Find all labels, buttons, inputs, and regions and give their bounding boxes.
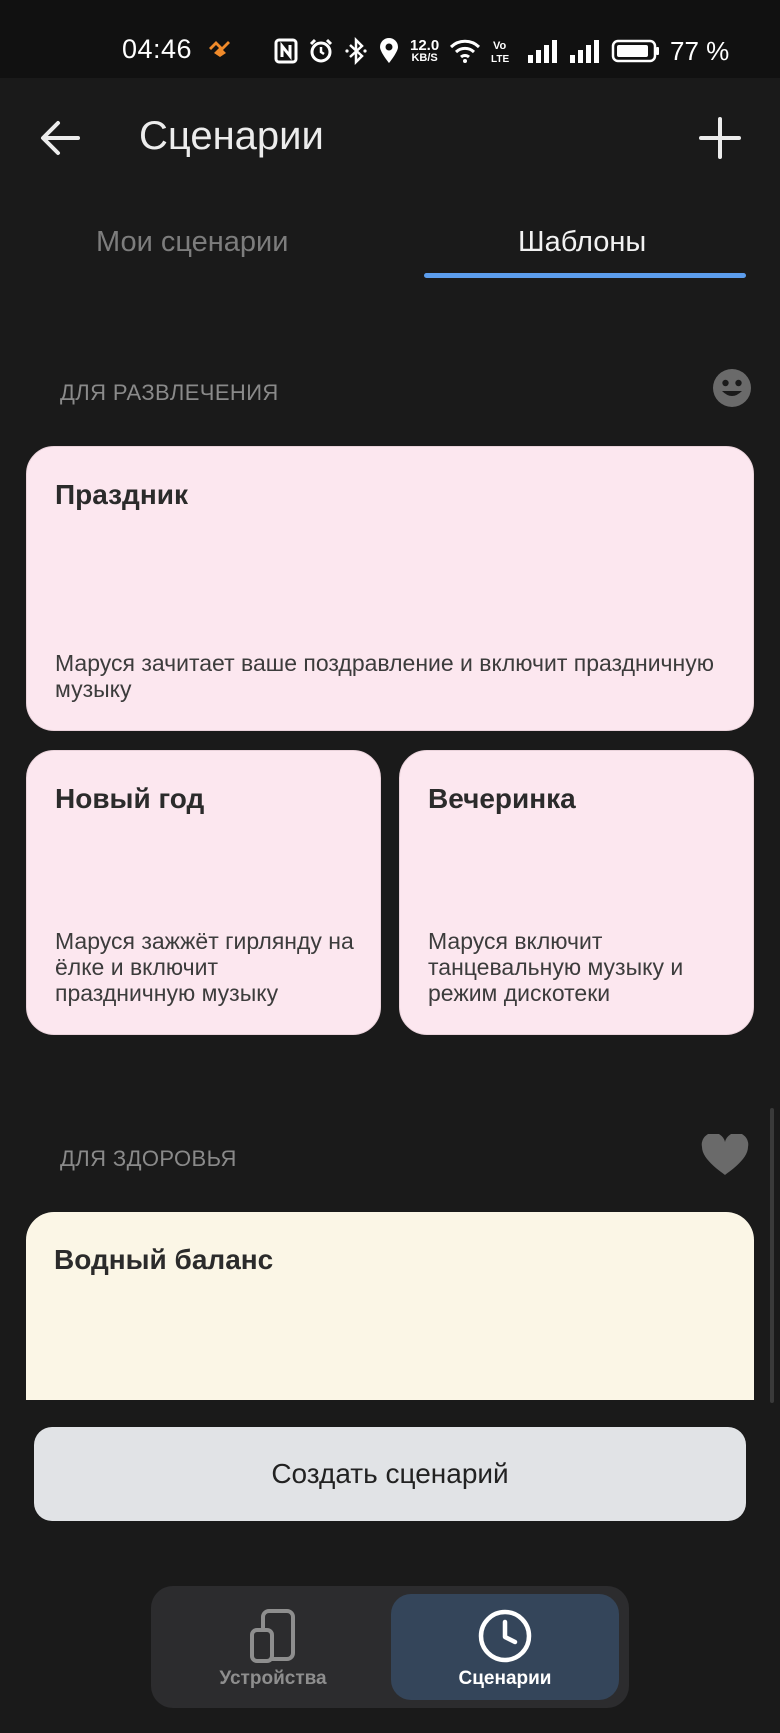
card-title: Вечеринка — [428, 783, 576, 814]
clock-icon — [478, 1609, 532, 1663]
nav-item-devices[interactable]: Устройства — [159, 1594, 387, 1700]
template-card-water-balance[interactable]: Водный баланс — [26, 1212, 754, 1400]
nfc-icon — [274, 38, 298, 64]
signal-2-icon — [569, 39, 601, 63]
card-title: Праздник — [55, 479, 188, 510]
back-button[interactable] — [30, 108, 90, 168]
create-scenario-button[interactable]: Создать сценарий — [34, 1427, 746, 1521]
card-description: Маруся включит танцевальную музыку и реж… — [428, 928, 684, 1006]
tab-my-scenarios[interactable]: Мои сценарии — [96, 226, 288, 259]
bottom-navigation: Устройства Сценарии — [151, 1586, 629, 1708]
nav-item-scenarios[interactable]: Сценарии — [391, 1594, 619, 1700]
card-description: Маруся зачитает ваше поздравление и вклю… — [55, 650, 714, 702]
add-scenario-button[interactable] — [690, 108, 750, 168]
heart-icon — [700, 1132, 750, 1181]
arrow-left-icon — [41, 121, 80, 155]
svg-text:Vo: Vo — [493, 40, 507, 52]
status-icons: 12.0 KB/S Vo LTE — [274, 34, 661, 68]
nav-label: Сценарии — [458, 1668, 552, 1689]
section-title-entertainment: ДЛЯ РАЗВЛЕЧЕНИЯ — [60, 380, 279, 405]
template-card-party[interactable]: Вечеринка Маруся включит танцевальную му… — [399, 750, 754, 1035]
card-description: Маруся зажжёт гирлянду на ёлке и включит… — [55, 928, 354, 1006]
alarm-icon — [308, 38, 334, 64]
card-title: Новый год — [55, 783, 205, 814]
battery-icon — [611, 39, 661, 63]
svg-text:LTE: LTE — [491, 54, 509, 64]
wifi-icon — [449, 38, 481, 64]
location-icon — [378, 37, 400, 65]
scrollbar[interactable] — [770, 1108, 774, 1403]
section-title-health: ДЛЯ ЗДОРОВЬЯ — [60, 1146, 237, 1171]
battery-percent: 77 % — [670, 36, 730, 66]
card-title: Водный баланс — [54, 1244, 274, 1275]
template-card-new-year[interactable]: Новый год Маруся зажжёт гирлянду на ёлке… — [26, 750, 381, 1035]
nav-label: Устройства — [219, 1668, 327, 1689]
volte-icon: Vo LTE — [491, 38, 517, 64]
smiley-icon — [712, 368, 752, 413]
app-notification-icon — [206, 38, 232, 63]
signal-1-icon — [527, 39, 559, 63]
status-time: 04:46 — [122, 34, 193, 64]
app-bar: Сценарии — [0, 78, 780, 198]
network-speed: 12.0 KB/S — [410, 37, 440, 64]
plus-icon — [699, 117, 741, 159]
devices-icon — [250, 1609, 295, 1663]
status-bar: 04:46 12.0 KB/S Vo LTE 77 % — [0, 0, 780, 78]
active-tab-indicator — [424, 273, 746, 278]
bluetooth-icon — [344, 37, 368, 65]
tab-templates[interactable]: Шаблоны — [518, 226, 646, 259]
page-title: Сценарии — [139, 114, 324, 158]
template-card-holiday[interactable]: Праздник Маруся зачитает ваше поздравлен… — [26, 446, 754, 731]
